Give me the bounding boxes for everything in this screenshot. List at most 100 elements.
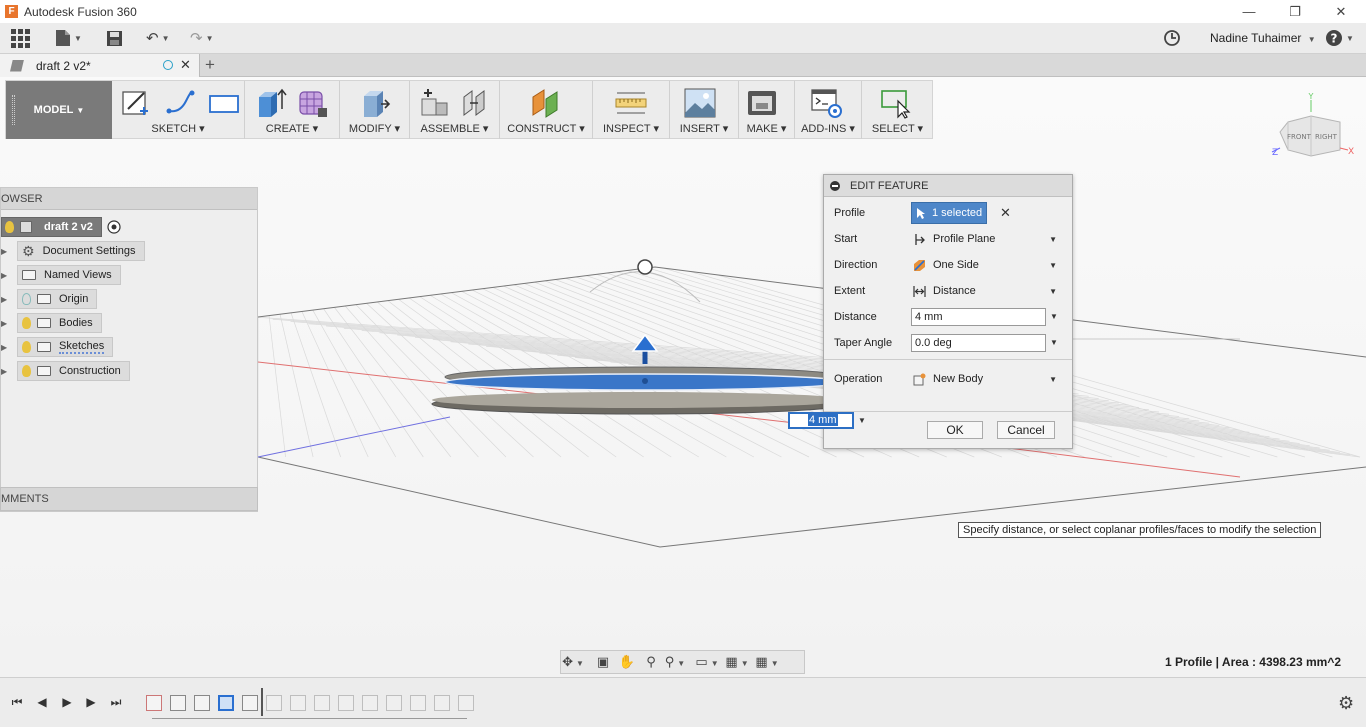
expand-arrow-icon[interactable]: ▶ <box>1 319 9 328</box>
taper-angle-input[interactable]: 0.0 deg <box>911 334 1046 352</box>
inspect-menu[interactable]: INSPECT ▾ <box>593 122 669 135</box>
timeline-sketch-feature[interactable] <box>146 695 162 711</box>
step-back-icon[interactable]: ◀ <box>34 695 50 711</box>
taper-dropdown-arrow-icon[interactable]: ▼ <box>1050 338 1058 347</box>
insert-image-icon[interactable] <box>684 87 716 119</box>
insert-menu[interactable]: INSERT ▾ <box>670 122 738 135</box>
sketch-rectangle-icon[interactable] <box>208 87 240 119</box>
browser-item-origin[interactable]: ▶ Origin <box>1 289 98 309</box>
dialog-header[interactable]: EDIT FEATURE <box>824 175 1072 197</box>
expand-arrow-icon[interactable]: ▶ <box>1 295 9 304</box>
timeline-suppressed-feature[interactable] <box>386 695 402 711</box>
create-sketch-icon[interactable] <box>120 87 152 119</box>
help-icon[interactable]: ? ▼ <box>1325 27 1354 49</box>
cancel-button[interactable]: Cancel <box>997 421 1055 439</box>
timeline-suppressed-feature[interactable] <box>362 695 378 711</box>
viewports-icon[interactable]: ▦ ▼ <box>755 654 779 670</box>
browser-item-construction[interactable]: ▶ Construction <box>1 361 130 381</box>
extrude-icon[interactable] <box>255 87 287 119</box>
play-icon[interactable]: ▶ <box>59 695 75 711</box>
orbit-icon[interactable]: ✥ ▼ <box>561 654 585 670</box>
form-icon[interactable] <box>297 87 329 119</box>
scripts-add-ins-icon[interactable] <box>811 87 843 119</box>
look-at-icon[interactable]: ▣ <box>591 654 615 670</box>
start-select[interactable]: Profile Plane ▼ <box>911 228 1059 250</box>
display-settings-icon[interactable]: ▭ ▼ <box>695 654 719 670</box>
browser-item-document-settings[interactable]: ▶ ⚙ Document Settings <box>1 241 145 261</box>
zoom-icon[interactable]: ⚲ <box>639 654 663 670</box>
expand-arrow-icon[interactable]: ▶ <box>1 343 9 352</box>
visibility-bulb-icon[interactable] <box>22 365 31 377</box>
browser-item-sketches[interactable]: ▶ Sketches <box>1 337 114 357</box>
timeline-suppressed-feature[interactable] <box>314 695 330 711</box>
3d-print-icon[interactable] <box>746 87 778 119</box>
file-menu-button[interactable]: ▼ <box>55 27 82 49</box>
sketch-line-icon[interactable] <box>164 87 196 119</box>
browser-item-named-views[interactable]: ▶ Named Views <box>1 265 121 285</box>
document-tab[interactable]: draft 2 v2* ✕ <box>0 54 200 77</box>
browser-header[interactable]: OWSER <box>1 188 257 210</box>
measure-icon[interactable] <box>615 87 647 119</box>
user-account-menu[interactable]: Nadine Tuhaimer ▼ <box>1210 31 1316 45</box>
visibility-bulb-off-icon[interactable] <box>22 293 31 305</box>
timeline-plane-feature[interactable] <box>194 695 210 711</box>
joint-icon[interactable] <box>458 87 490 119</box>
add-ins-menu[interactable]: ADD-INS ▾ <box>795 122 861 135</box>
new-component-icon[interactable] <box>418 87 450 119</box>
timeline-suppressed-feature[interactable] <box>290 695 306 711</box>
timeline-active-feature[interactable] <box>218 695 234 711</box>
profile-selection-button[interactable]: 1 selected <box>911 202 987 224</box>
assemble-menu[interactable]: ASSEMBLE ▾ <box>410 122 499 135</box>
timeline-settings-gear-icon[interactable]: ⚙ <box>1338 693 1354 714</box>
expand-arrow-icon[interactable]: ▶ <box>1 367 9 376</box>
select-menu[interactable]: SELECT ▾ <box>862 122 933 135</box>
close-window-button[interactable]: ✕ <box>1318 0 1364 23</box>
distance-dropdown-arrow-icon[interactable]: ▼ <box>1050 312 1058 321</box>
browser-root-item[interactable]: draft 2 v2 <box>1 217 122 237</box>
grid-settings-icon[interactable]: ▦ ▼ <box>725 654 749 670</box>
timeline-extrude-feature[interactable] <box>242 695 258 711</box>
visibility-bulb-icon[interactable] <box>22 317 31 329</box>
press-pull-icon[interactable] <box>359 87 391 119</box>
make-menu[interactable]: MAKE ▾ <box>739 122 794 135</box>
timeline-suppressed-feature[interactable] <box>434 695 450 711</box>
expand-arrow-icon[interactable]: ▶ <box>1 271 9 280</box>
canvas-viewport[interactable]: MODEL ▼ SKETCH ▾ CREATE ▾ MODIFY ▾ ASSEMB… <box>0 77 1366 677</box>
close-tab-icon[interactable]: ✕ <box>180 57 191 73</box>
comments-panel-header[interactable]: MMENTS <box>0 487 258 511</box>
extent-select[interactable]: Distance ▼ <box>911 280 1059 302</box>
step-forward-icon[interactable]: ▶ <box>83 695 99 711</box>
timeline-suppressed-feature[interactable] <box>410 695 426 711</box>
restore-button[interactable]: ❐ <box>1272 0 1318 23</box>
direction-select[interactable]: One Side ▼ <box>911 254 1059 276</box>
workspace-switcher-button[interactable]: MODEL ▼ <box>6 81 112 139</box>
job-status-clock-icon[interactable] <box>1163 27 1181 49</box>
fit-zoom-icon[interactable]: ⚲ ▼ <box>663 654 687 670</box>
offset-plane-icon[interactable] <box>530 87 562 119</box>
redo-button[interactable]: ↷ ▼ <box>190 27 214 49</box>
expand-arrow-icon[interactable]: ▶ <box>1 247 9 256</box>
undo-button[interactable]: ↶ ▼ <box>146 27 170 49</box>
new-tab-button[interactable]: + <box>205 55 215 75</box>
timeline-extrude-feature[interactable] <box>170 695 186 711</box>
select-window-icon[interactable] <box>880 87 912 119</box>
distance-input[interactable]: 4 mm <box>911 308 1046 326</box>
clear-selection-icon[interactable]: ✕ <box>1000 205 1011 221</box>
visibility-bulb-icon[interactable] <box>5 221 14 233</box>
browser-item-bodies[interactable]: ▶ Bodies <box>1 313 102 333</box>
modify-menu[interactable]: MODIFY ▾ <box>340 122 409 135</box>
go-to-start-icon[interactable]: ⏮ <box>9 695 25 711</box>
create-menu[interactable]: CREATE ▾ <box>245 122 339 135</box>
view-cube[interactable]: Y FRONT RIGHT Z X <box>1268 92 1358 162</box>
timeline-suppressed-feature[interactable] <box>338 695 354 711</box>
operation-select[interactable]: New Body ▼ <box>911 368 1059 390</box>
visibility-bulb-icon[interactable] <box>22 341 31 353</box>
collapse-dialog-icon[interactable] <box>830 180 840 191</box>
save-icon[interactable] <box>106 27 123 49</box>
pan-hand-icon[interactable]: ✋ <box>615 654 639 670</box>
viewcube-right-face[interactable]: RIGHT <box>1315 133 1338 141</box>
timeline-marker[interactable] <box>261 688 263 716</box>
viewcube-front-face[interactable]: FRONT <box>1287 133 1312 141</box>
construct-menu[interactable]: CONSTRUCT ▾ <box>500 122 592 135</box>
sketch-menu[interactable]: SKETCH ▾ <box>112 122 244 135</box>
